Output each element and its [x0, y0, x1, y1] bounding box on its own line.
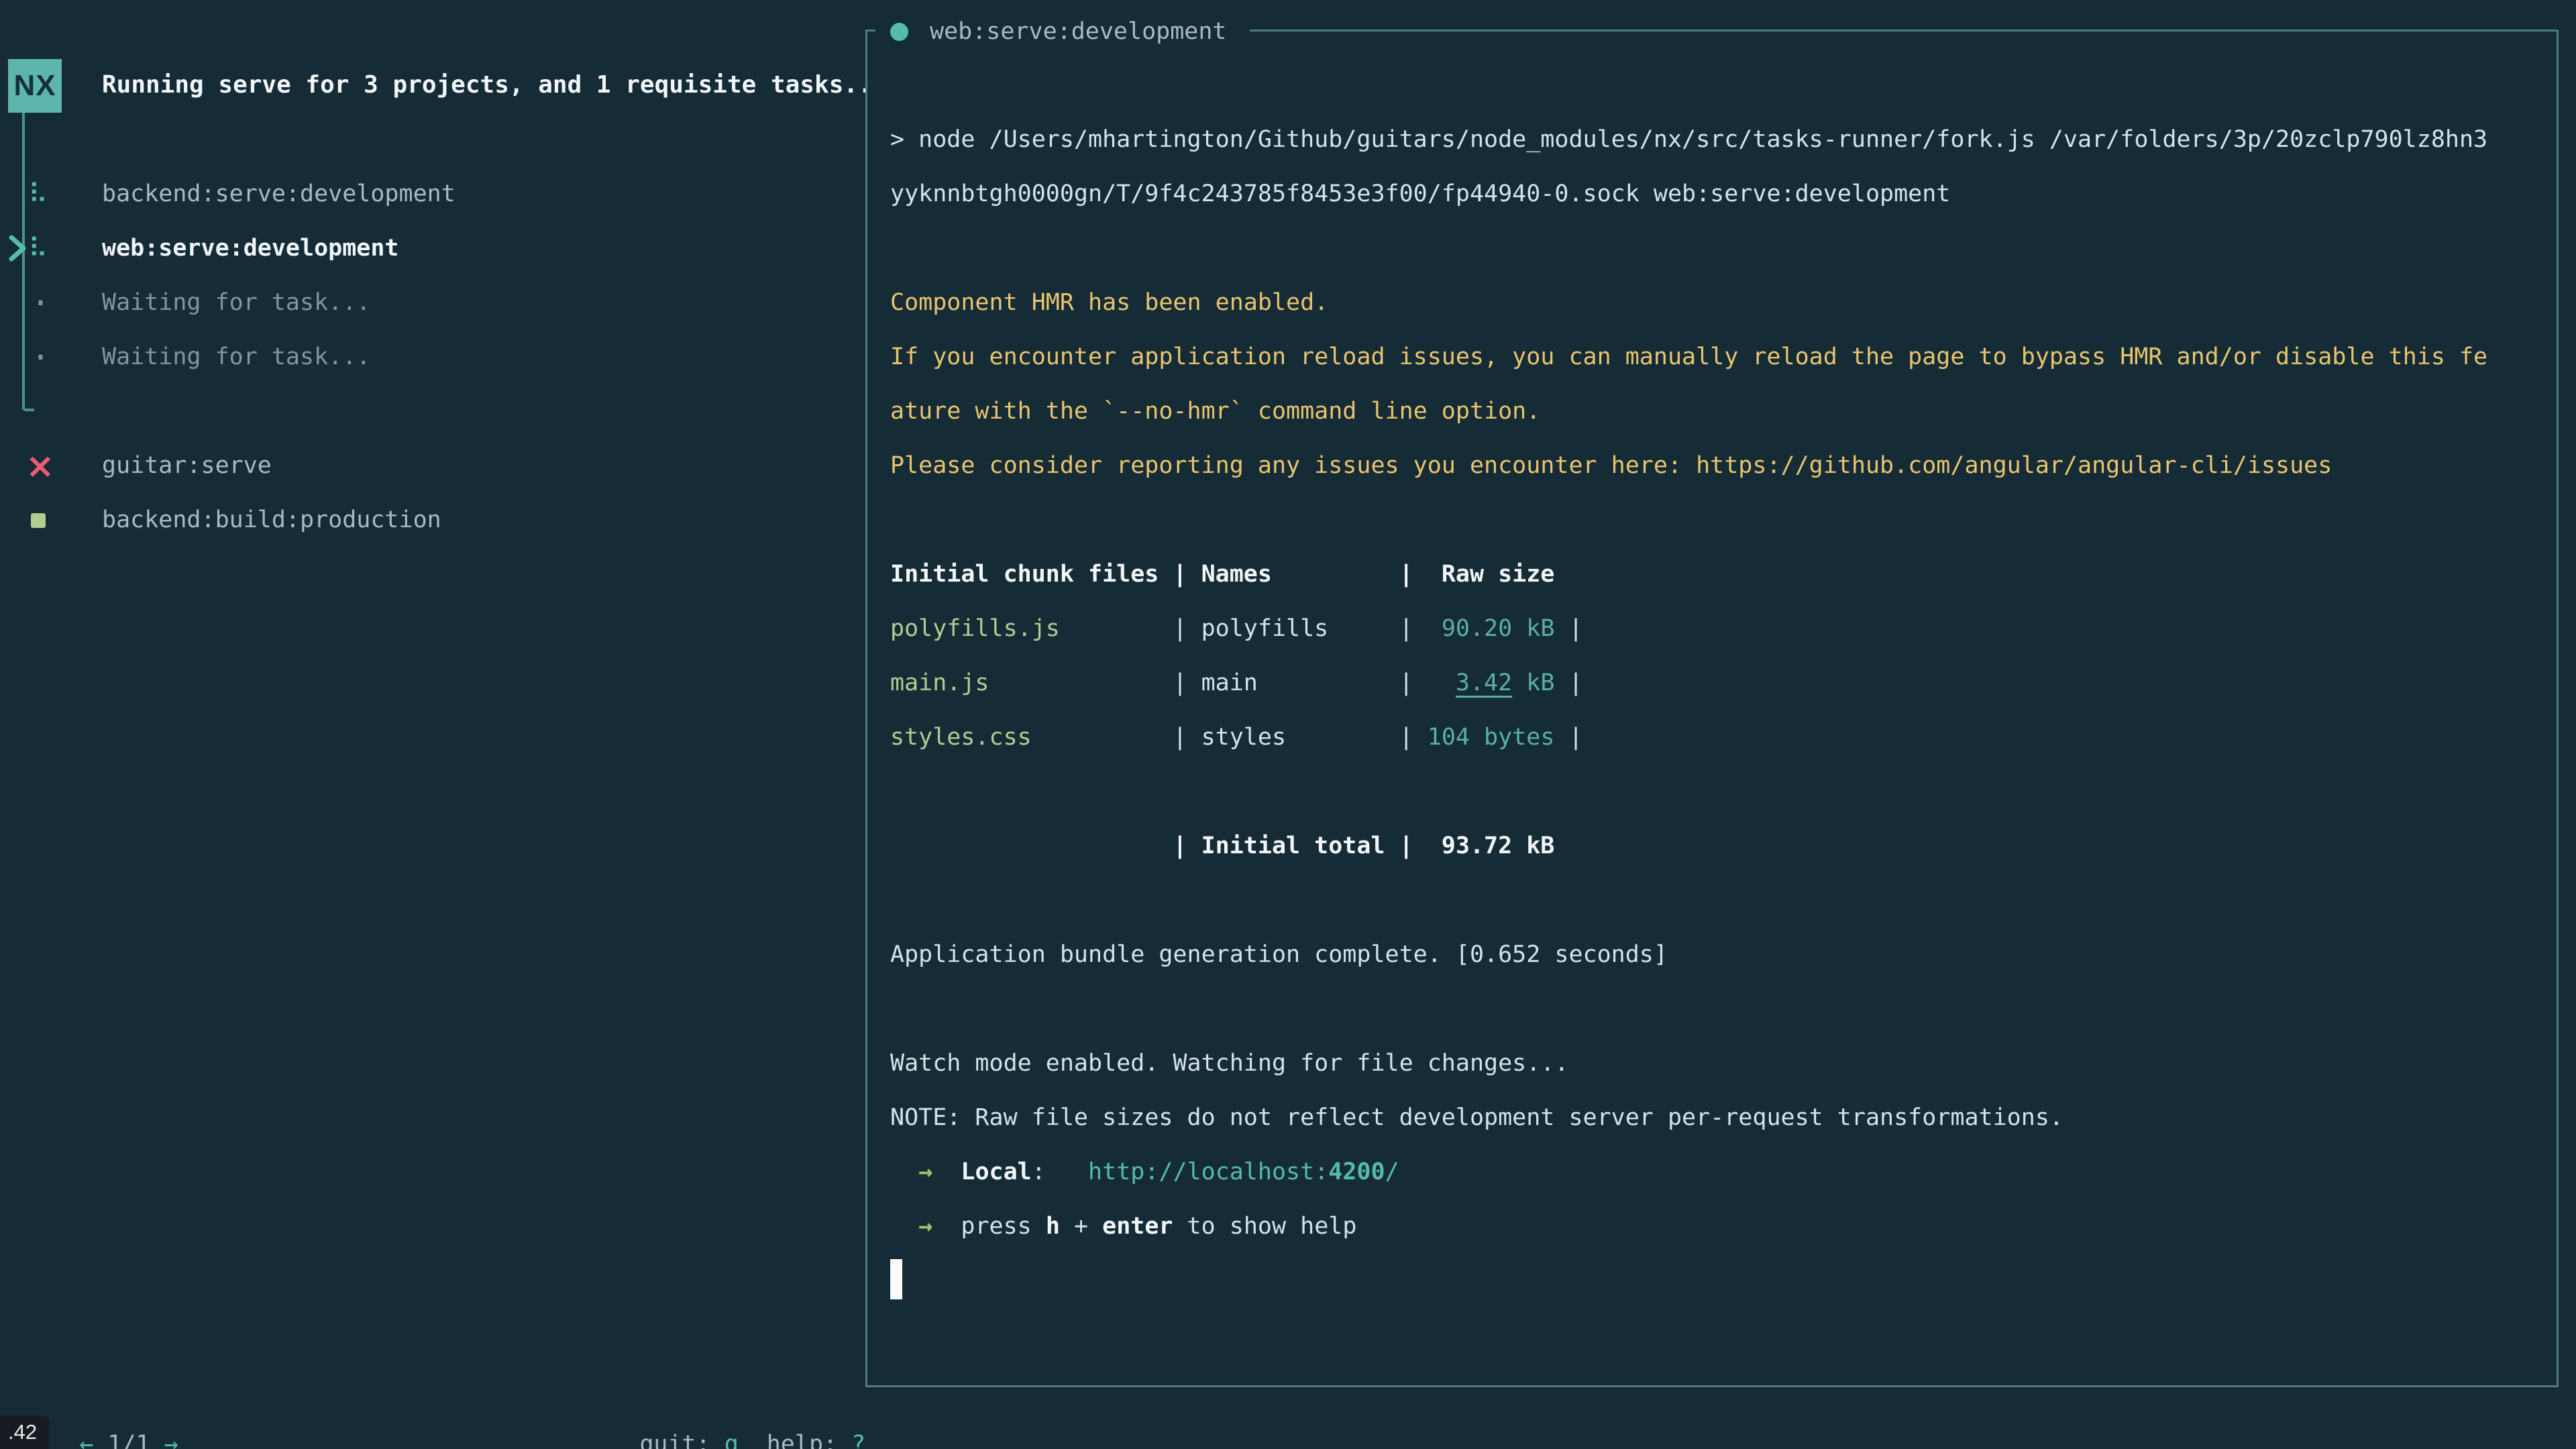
log-line: yyknnbtgh0000gn/T/9f4c243785f8453e3f00/f…	[890, 167, 2487, 221]
square-icon	[31, 493, 46, 547]
quit-hint-key: q	[724, 1431, 739, 1449]
pager-prev-arrow-icon[interactable]: ←	[79, 1431, 93, 1449]
log-panel-header: web:serve:development	[875, 14, 1250, 49]
pager-label: 1/1	[107, 1431, 150, 1449]
dot-icon: ·	[31, 276, 50, 330]
task-row-waiting-for-task-[interactable]: · Waiting for task...	[0, 330, 845, 384]
task-row-backend-serve-development[interactable]: ⠧ backend:serve:development	[0, 167, 845, 221]
task-label: Waiting for task...	[102, 276, 370, 330]
pager-next-arrow-icon[interactable]: →	[164, 1431, 178, 1449]
log-line: polyfills.js | polyfills | 90.20 kB |	[890, 602, 2487, 656]
quit-hint-label: quit:	[639, 1431, 710, 1449]
spinner-icon: ⠧	[28, 221, 48, 276]
log-line: If you encounter application reload issu…	[890, 330, 2487, 384]
task-label: backend:serve:development	[102, 167, 455, 221]
terminal-cursor	[890, 1259, 902, 1299]
log-line	[890, 873, 2487, 928]
log-line: Initial chunk files | Names | Raw size	[890, 547, 2487, 602]
run-summary-title: Running serve for 3 projects, and 1 requ…	[102, 58, 873, 112]
nx-terminal-ui: NX Running serve for 3 projects, and 1 r…	[0, 0, 2576, 1449]
log-line	[890, 493, 2487, 547]
task-label: Waiting for task...	[102, 330, 370, 384]
log-panel[interactable]: web:serve:development > node /Users/mhar…	[865, 30, 2559, 1387]
log-line: Component HMR has been enabled.	[890, 276, 2487, 330]
help-hint-key: ?	[851, 1431, 865, 1449]
log-line	[890, 1254, 2487, 1308]
log-line: Application bundle generation complete. …	[890, 928, 2487, 982]
log-lines: > node /Users/mhartington/Github/guitars…	[890, 113, 2487, 1308]
task-label: web:serve:development	[102, 221, 399, 276]
log-line: styles.css | styles | 104 bytes |	[890, 710, 2487, 765]
log-line	[890, 221, 2487, 276]
task-label: guitar:serve	[102, 439, 272, 493]
log-line: | Initial total | 93.72 kB	[890, 819, 2487, 873]
log-line: → press h + enter to show help	[890, 1199, 2487, 1254]
spinner-icon: ⠧	[28, 167, 48, 221]
selection-chevron-icon	[4, 232, 30, 264]
cross-icon: ×	[25, 439, 55, 493]
task-row-web-serve-development[interactable]: ⠧ web:serve:development	[0, 221, 845, 276]
dot-icon: ·	[31, 330, 50, 384]
task-row-guitar-serve[interactable]: × guitar:serve	[0, 439, 845, 493]
log-line: → Local: http://localhost:4200/	[890, 1145, 2487, 1199]
keyboard-hints: quit:qhelp:?	[583, 1363, 865, 1417]
task-pager: ←1/1→	[23, 1363, 178, 1417]
task-row-waiting-for-task-[interactable]: · Waiting for task...	[0, 276, 845, 330]
screen-overlay-badge: .42	[0, 1415, 49, 1449]
log-line: > node /Users/mhartington/Github/guitars…	[890, 113, 2487, 167]
log-line: main.js | main | 3.42 kB |	[890, 656, 2487, 710]
log-line: NOTE: Raw file sizes do not reflect deve…	[890, 1091, 2487, 1145]
log-panel-title: web:serve:development	[930, 18, 1227, 45]
nx-logo-badge: NX	[8, 59, 62, 113]
task-row-backend-build-production[interactable]: backend:build:production	[0, 493, 845, 547]
log-line	[890, 765, 2487, 819]
log-line	[890, 982, 2487, 1036]
log-line: Watch mode enabled. Watching for file ch…	[890, 1036, 2487, 1091]
task-label: backend:build:production	[102, 493, 441, 547]
help-hint-label: help:	[767, 1431, 837, 1449]
log-line: ature with the `--no-hmr` command line o…	[890, 384, 2487, 439]
running-dot-icon	[890, 23, 908, 41]
log-line: Please consider reporting any issues you…	[890, 439, 2487, 493]
